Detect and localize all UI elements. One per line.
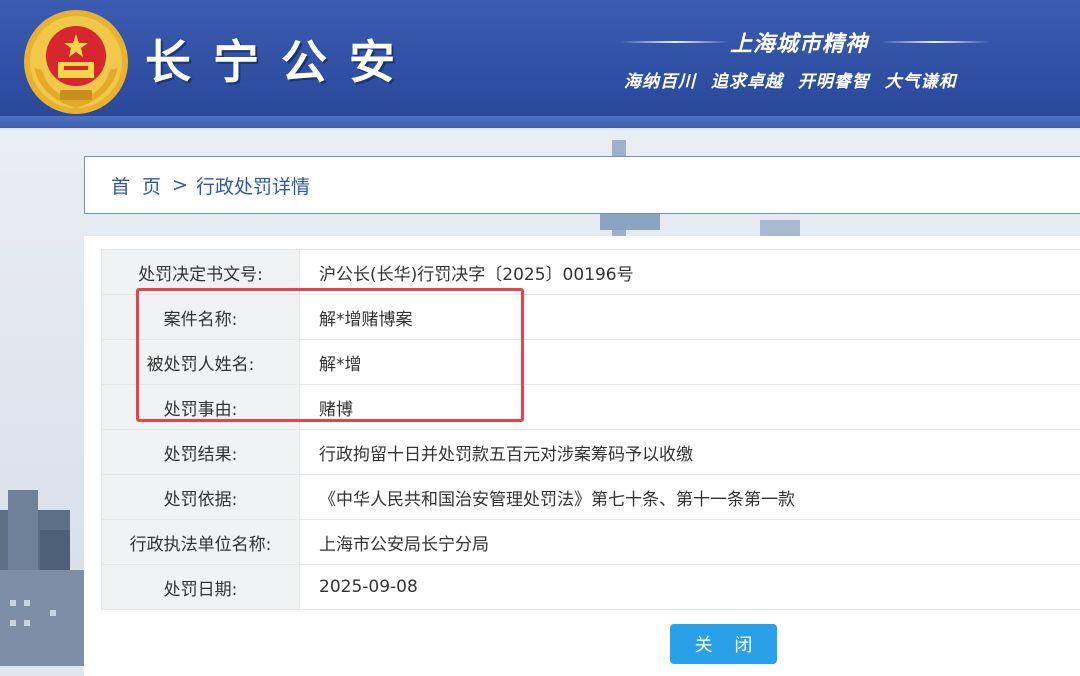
row-label: 处罚事由: <box>102 385 300 430</box>
row-label: 行政执法单位名称: <box>102 520 300 565</box>
row-value: 解*增 <box>300 340 1080 385</box>
breadcrumb-home-link[interactable]: 首 页 <box>111 172 164 199</box>
table-row: 处罚事由: 赌博 <box>102 385 1080 430</box>
breadcrumb: 首 页 > 行政处罚详情 <box>84 156 1080 214</box>
site-title: 长宁公安 <box>145 26 417 92</box>
police-emblem-icon <box>20 6 132 118</box>
slogan-title: 上海城市精神 <box>730 26 868 58</box>
table-row: 案件名称: 解*增赌博案 <box>102 295 1080 340</box>
row-value: 2025-09-08 <box>300 565 1080 610</box>
breadcrumb-current: 行政处罚详情 <box>196 172 310 199</box>
table-row: 处罚结果: 行政拘留十日并处罚款五百元对涉案筹码予以收缴 <box>102 430 1080 475</box>
row-value: 沪公长(长华)行罚决字〔2025〕00196号 <box>300 250 1080 295</box>
detail-panel: 处罚决定书文号: 沪公长(长华)行罚决字〔2025〕00196号 案件名称: 解… <box>84 236 1080 676</box>
slogan-divider-right <box>880 41 990 43</box>
row-value: 行政拘留十日并处罚款五百元对涉案筹码予以收缴 <box>300 430 1080 475</box>
row-label: 案件名称: <box>102 295 300 340</box>
penalty-detail-table: 处罚决定书文号: 沪公长(长华)行罚决字〔2025〕00196号 案件名称: 解… <box>101 249 1080 610</box>
header-band <box>0 116 1080 128</box>
row-label: 处罚日期: <box>102 565 300 610</box>
row-value: 解*增赌博案 <box>300 295 1080 340</box>
slogan-divider-left <box>620 41 730 43</box>
row-label: 处罚结果: <box>102 430 300 475</box>
row-value: 赌博 <box>300 385 1080 430</box>
row-label: 处罚依据: <box>102 475 300 520</box>
close-button[interactable]: 关 闭 <box>670 624 777 664</box>
table-row: 处罚依据: 《中华人民共和国治安管理处罚法》第七十条、第十一条第一款 <box>102 475 1080 520</box>
row-value: 《中华人民共和国治安管理处罚法》第七十条、第十一条第一款 <box>300 475 1080 520</box>
row-label: 处罚决定书文号: <box>102 250 300 295</box>
breadcrumb-separator: > <box>172 174 188 196</box>
row-label: 被处罚人姓名: <box>102 340 300 385</box>
table-row: 处罚决定书文号: 沪公长(长华)行罚决字〔2025〕00196号 <box>102 250 1080 295</box>
table-row: 被处罚人姓名: 解*增 <box>102 340 1080 385</box>
table-row: 处罚日期: 2025-09-08 <box>102 565 1080 610</box>
site-header: 长宁公安 上海城市精神 海纳百川 追求卓越 开明睿智 大气谦和 <box>0 0 1080 128</box>
row-value: 上海市公安局长宁分局 <box>300 520 1080 565</box>
table-row: 行政执法单位名称: 上海市公安局长宁分局 <box>102 520 1080 565</box>
slogan-subtitle: 海纳百川 追求卓越 开明睿智 大气谦和 <box>624 67 957 92</box>
